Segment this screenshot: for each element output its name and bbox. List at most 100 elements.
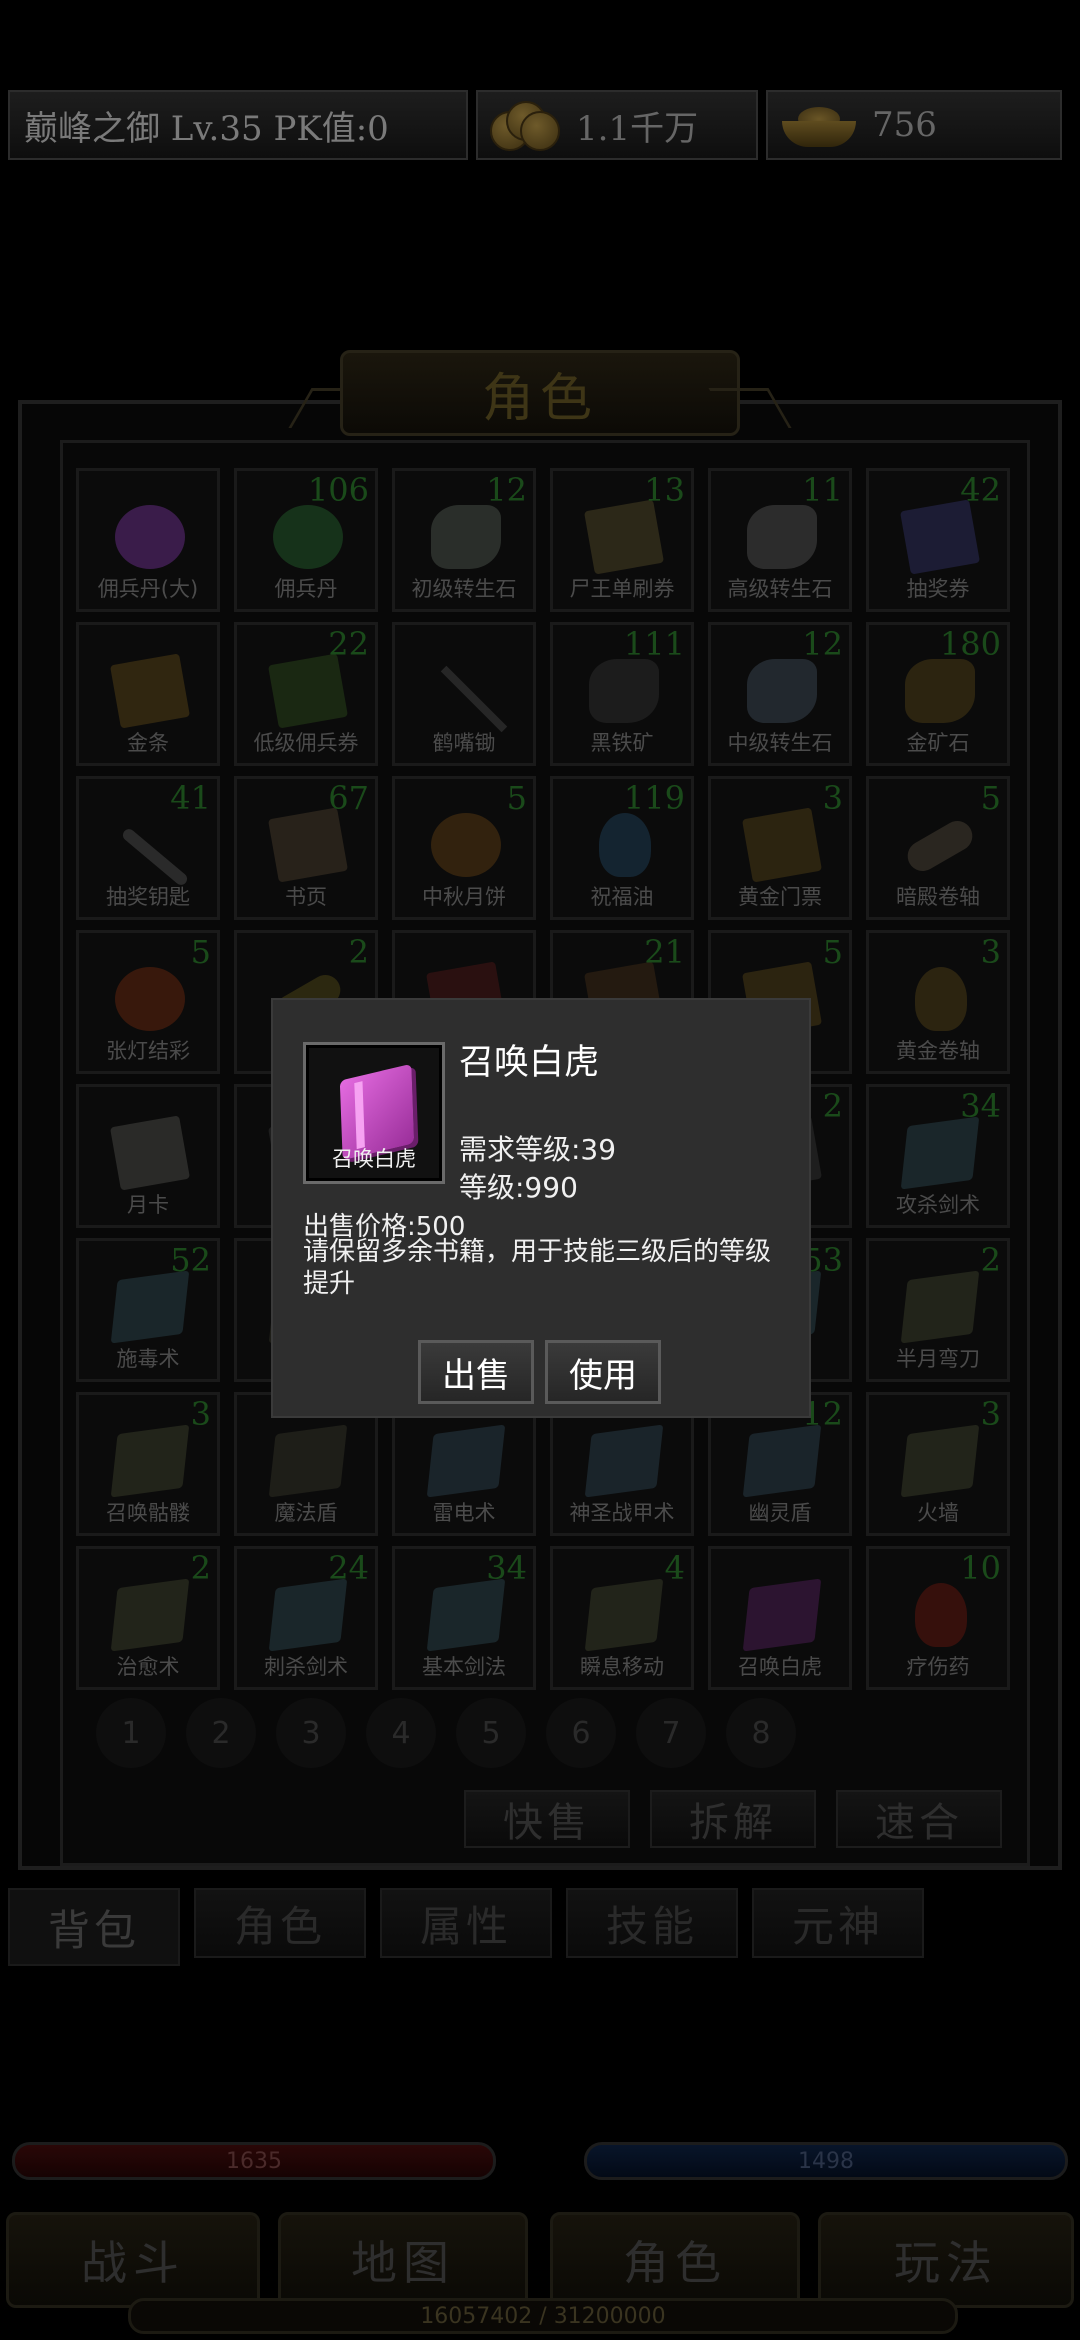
inventory-slot[interactable]: 2 半月弯刀 <box>866 1238 1010 1382</box>
page-button-8[interactable]: 8 <box>726 1698 796 1768</box>
hp-bar: 1635 <box>12 2142 496 2180</box>
inventory-slot[interactable]: 22 低级佣兵券 <box>234 622 378 766</box>
inventory-slot[interactable]: 13 尸王单刷券 <box>550 468 694 612</box>
inventory-slot[interactable]: 3 火墙 <box>866 1392 1010 1536</box>
inventory-slot[interactable]: 5 中秋月饼 <box>392 776 536 920</box>
page-button-6[interactable]: 6 <box>546 1698 616 1768</box>
use-button[interactable]: 使用 <box>545 1340 661 1404</box>
page-button-3[interactable]: 3 <box>276 1698 346 1768</box>
inventory-slot[interactable]: 41 抽奖钥匙 <box>76 776 220 920</box>
item-count: 41 <box>170 779 211 817</box>
nav-character-button[interactable]: 角色 <box>550 2212 800 2308</box>
exp-value: 16057402 / 31200000 <box>420 2303 666 2329</box>
disassemble-button[interactable]: 拆解 <box>650 1790 816 1848</box>
inventory-slot[interactable]: 24 刺杀剑术 <box>234 1546 378 1690</box>
inventory-slot[interactable]: 鹤嘴锄 <box>392 622 536 766</box>
item-name: 抽奖券 <box>906 577 970 601</box>
inventory-slot[interactable]: 12 初级转生石 <box>392 468 536 612</box>
quick-merge-button[interactable]: 速合 <box>836 1790 1002 1848</box>
stone-icon <box>747 505 817 569</box>
orb-icon <box>273 505 343 569</box>
item-name: 雷电术 <box>432 1501 496 1525</box>
item-count: 5 <box>980 779 1001 817</box>
quick-sell-button[interactable]: 快售 <box>464 1790 630 1848</box>
inventory-slot[interactable]: 2 治愈术 <box>76 1546 220 1690</box>
item-name: 抽奖钥匙 <box>106 885 190 909</box>
inventory-slot[interactable]: 3 召唤骷髅 <box>76 1392 220 1536</box>
page-button-5[interactable]: 5 <box>456 1698 526 1768</box>
tab-spirit[interactable]: 元神 <box>752 1888 924 1958</box>
tab-attributes[interactable]: 属性 <box>380 1888 552 1958</box>
inventory-slot[interactable]: 10 疗伤药 <box>866 1546 1010 1690</box>
item-name: 月卡 <box>127 1193 169 1217</box>
item-count: 106 <box>307 471 369 509</box>
inventory-slot[interactable]: 佣兵丹(大) <box>76 468 220 612</box>
inventory-slot[interactable]: 召唤白虎 <box>708 1546 852 1690</box>
item-icon-frame: 召唤白虎 <box>303 1042 445 1184</box>
book-icon <box>900 1424 980 1498</box>
inventory-slot[interactable]: 34 攻杀剑术 <box>866 1084 1010 1228</box>
stone-icon <box>747 659 817 723</box>
item-count: 111 <box>623 625 685 663</box>
nav-play-button[interactable]: 玩法 <box>818 2212 1074 2308</box>
sell-button[interactable]: 出售 <box>418 1340 534 1404</box>
item-count: 67 <box>328 779 369 817</box>
inventory-slot[interactable]: 42 抽奖券 <box>866 468 1010 612</box>
page-button-7[interactable]: 7 <box>636 1698 706 1768</box>
item-count: 52 <box>170 1241 211 1279</box>
item-count: 180 <box>939 625 1001 663</box>
nav-map-button[interactable]: 地图 <box>278 2212 528 2308</box>
tab-skills[interactable]: 技能 <box>566 1888 738 1958</box>
item-name: 中级转生石 <box>727 731 833 755</box>
item-icon-label: 召唤白虎 <box>332 1147 416 1171</box>
item-name: 书页 <box>285 885 327 909</box>
bag-actions: 快售 拆解 速合 <box>0 1790 1080 1850</box>
item-level: 等级:990 <box>459 1171 578 1204</box>
page-button-1[interactable]: 1 <box>96 1698 166 1768</box>
item-count: 34 <box>960 1087 1001 1125</box>
book-icon <box>110 1270 190 1344</box>
ingot-display: 756 <box>766 90 1062 160</box>
book-icon <box>268 1424 348 1498</box>
inventory-slot[interactable]: 52 施毒术 <box>76 1238 220 1382</box>
nav-battle-button[interactable]: 战斗 <box>6 2212 260 2308</box>
inventory-slot[interactable]: 4 瞬息移动 <box>550 1546 694 1690</box>
inventory-slot[interactable]: 5 暗殿卷轴 <box>866 776 1010 920</box>
orb-icon <box>115 967 185 1031</box>
item-name: 施毒术 <box>116 1347 180 1371</box>
item-count: 2 <box>190 1549 211 1587</box>
inventory-slot[interactable]: 5 张灯结彩 <box>76 930 220 1074</box>
item-count: 4 <box>664 1549 685 1587</box>
item-name: 刺杀剑术 <box>264 1655 348 1679</box>
item-description: 请保留多余书籍，用于技能三级后的等级提升 <box>303 1237 772 1299</box>
inventory-slot[interactable]: 金条 <box>76 622 220 766</box>
book-icon <box>110 1424 190 1498</box>
inventory-slot[interactable]: 34 基本剑法 <box>392 1546 536 1690</box>
inventory-slot[interactable]: 180 金矿石 <box>866 622 1010 766</box>
bottle-icon <box>915 1583 967 1647</box>
book-icon <box>584 1578 664 1652</box>
item-name: 金矿石 <box>906 731 970 755</box>
inventory-slot[interactable]: 3 黄金门票 <box>708 776 852 920</box>
paper-icon <box>583 499 665 575</box>
item-count: 12 <box>486 471 527 509</box>
inventory-slot[interactable]: 67 书页 <box>234 776 378 920</box>
inventory-slot[interactable]: 111 黑铁矿 <box>550 622 694 766</box>
page-button-4[interactable]: 4 <box>366 1698 436 1768</box>
inventory-slot[interactable]: 11 高级转生石 <box>708 468 852 612</box>
inventory-slot[interactable]: 3 黄金卷轴 <box>866 930 1010 1074</box>
exp-bar: 16057402 / 31200000 <box>128 2298 958 2334</box>
inventory-slot[interactable]: 12 中级转生石 <box>708 622 852 766</box>
page-button-2[interactable]: 2 <box>186 1698 256 1768</box>
item-count: 119 <box>623 779 685 817</box>
tab-bag[interactable]: 背包 <box>8 1888 180 1966</box>
inventory-slot[interactable]: 月卡 <box>76 1084 220 1228</box>
book-icon <box>426 1578 506 1652</box>
item-name: 尸王单刷券 <box>569 577 675 601</box>
tab-character[interactable]: 角色 <box>194 1888 366 1958</box>
inventory-slot[interactable]: 106 佣兵丹 <box>234 468 378 612</box>
paper-icon <box>741 807 823 883</box>
item-count: 3 <box>980 933 1001 971</box>
item-name: 中秋月饼 <box>422 885 506 909</box>
inventory-slot[interactable]: 119 祝福油 <box>550 776 694 920</box>
